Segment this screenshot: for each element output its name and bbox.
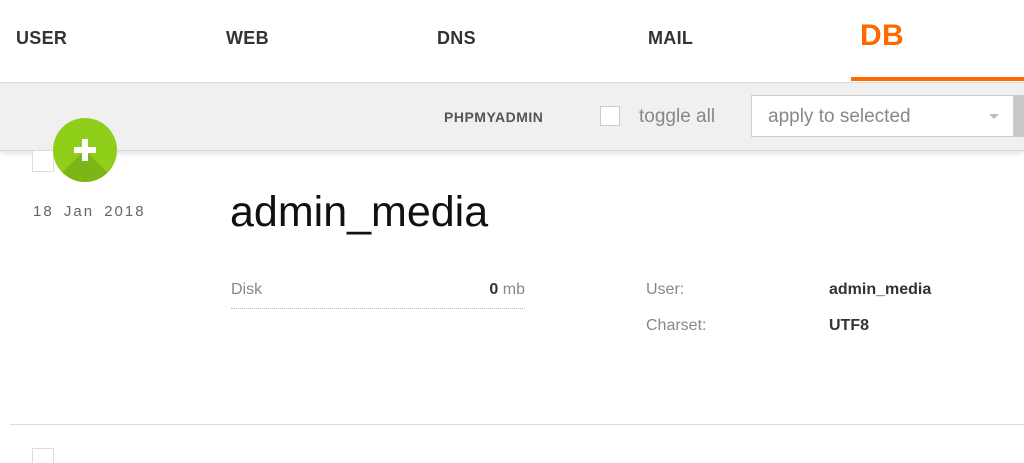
chevron-down-icon [989,114,999,119]
row-divider [10,424,1024,425]
add-database-button[interactable] [53,118,117,182]
next-row-checkbox[interactable] [32,448,54,463]
toggle-all-checkbox[interactable] [600,106,620,126]
plus-icon [74,139,96,161]
toolbar: PHPMYADMIN toggle all apply to selected [0,83,1024,151]
disk-label: Disk [231,281,263,298]
toggle-all-label[interactable]: toggle all [639,106,715,128]
charset-value: UTF8 [829,317,869,334]
bulk-action-select[interactable]: apply to selected [751,95,1014,137]
disk-divider [231,308,525,309]
nav-item-dns[interactable]: DNS [437,28,476,49]
user-label: User: [646,281,685,298]
nav-item-web[interactable]: WEB [226,28,269,49]
user-value: admin_media [829,281,932,298]
nav-item-mail[interactable]: MAIL [648,28,693,49]
row-checkbox[interactable] [32,150,54,172]
apply-button[interactable] [1014,95,1024,137]
disk-usage-unit: mb [502,281,525,298]
nav-item-db[interactable]: DB [860,19,904,53]
bulk-action-value: apply to selected [768,106,911,127]
disk-usage-value: 0 [489,281,499,298]
charset-label: Charset: [646,317,707,334]
active-tab-indicator [851,77,1024,81]
database-name[interactable]: admin_media [230,188,488,237]
row-date: 18 Jan 2018 [33,203,146,220]
top-navigation: USER WEB DNS MAIL DB [0,0,1024,83]
nav-item-user[interactable]: USER [16,28,67,49]
phpmyadmin-link[interactable]: PHPMYADMIN [444,109,543,125]
disk-usage: 0 mb [430,281,525,299]
